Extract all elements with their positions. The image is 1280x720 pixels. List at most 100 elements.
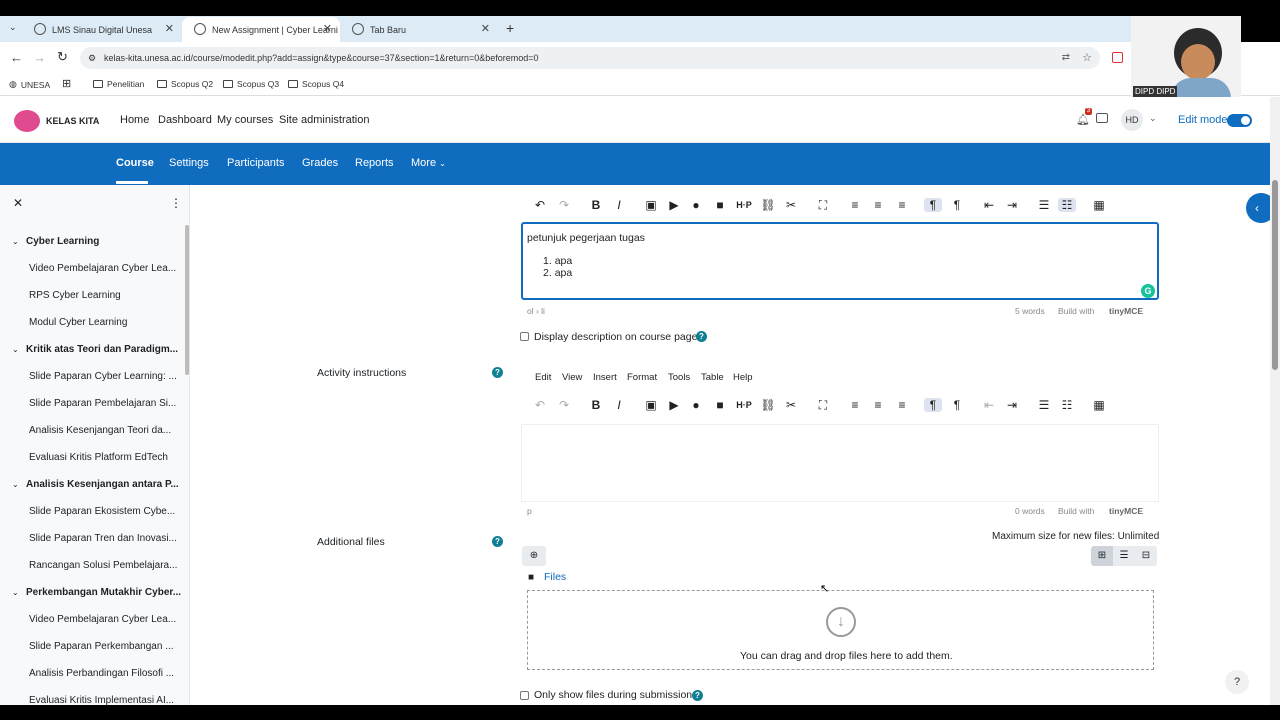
redo-icon[interactable]: ↷ bbox=[555, 398, 573, 412]
media-icon[interactable]: ▶ bbox=[665, 398, 683, 412]
nav-my-courses[interactable]: My courses bbox=[217, 114, 273, 126]
align-center-icon[interactable]: ≡ bbox=[869, 198, 887, 212]
indent-icon[interactable]: ⇥ bbox=[1003, 398, 1021, 412]
fullscreen-icon[interactable]: ⛶ bbox=[814, 398, 832, 413]
link-icon[interactable]: ⛓ bbox=[759, 198, 777, 212]
close-icon[interactable]: ✕ bbox=[165, 22, 174, 35]
bold-icon[interactable]: B bbox=[587, 398, 605, 412]
tab-lms[interactable]: LMS Sinau Digital Unesa ✕ bbox=[22, 17, 182, 42]
align-left-icon[interactable]: ≡ bbox=[846, 398, 864, 412]
section-title[interactable]: Kritik atas Teori dan Paradigm... bbox=[26, 344, 178, 355]
tab-participants[interactable]: Participants bbox=[227, 157, 284, 169]
bookmark-scopus-q3[interactable]: Scopus Q3 bbox=[223, 79, 279, 89]
menu-help[interactable]: Help bbox=[733, 372, 753, 383]
tab-more[interactable]: More ⌄ bbox=[411, 157, 446, 169]
chevron-down-icon[interactable]: ⌄ bbox=[1149, 113, 1157, 124]
link-icon[interactable]: ⛓ bbox=[759, 398, 777, 412]
help-footer-button[interactable]: ? bbox=[1225, 670, 1249, 694]
apps-grid-icon[interactable]: ⊞ bbox=[62, 77, 71, 90]
ltr-icon[interactable]: ¶ bbox=[924, 398, 942, 412]
undo-icon[interactable]: ↶ bbox=[531, 198, 549, 212]
list-item[interactable]: Slide Paparan Pembelajaran Si... bbox=[29, 398, 176, 409]
chevron-down-icon[interactable]: ⌄ bbox=[12, 237, 19, 246]
list-item[interactable]: Modul Cyber Learning bbox=[29, 317, 127, 328]
menu-edit[interactable]: Edit bbox=[535, 372, 551, 383]
list-item[interactable]: Rancangan Solusi Pembelajara... bbox=[29, 560, 177, 571]
tab-grades[interactable]: Grades bbox=[302, 157, 338, 169]
menu-insert[interactable]: Insert bbox=[593, 372, 617, 383]
align-right-icon[interactable]: ≡ bbox=[893, 398, 911, 412]
help-icon[interactable]: ? bbox=[492, 536, 503, 547]
add-file-button[interactable]: ⊕ bbox=[522, 546, 546, 566]
align-center-icon[interactable]: ≡ bbox=[869, 398, 887, 412]
tab-settings[interactable]: Settings bbox=[169, 157, 209, 169]
chevron-down-icon[interactable]: ⌄ bbox=[12, 345, 19, 354]
tab-list-chevron-icon[interactable]: ⌄ bbox=[9, 22, 17, 33]
rtl-icon[interactable]: ¶ bbox=[948, 198, 966, 212]
outdent-icon[interactable]: ⇤ bbox=[980, 198, 998, 212]
help-icon[interactable]: ? bbox=[696, 331, 707, 342]
nav-site-administration[interactable]: Site administration bbox=[279, 114, 370, 126]
list-item[interactable]: Evaluasi Kritis Platform EdTech bbox=[29, 452, 168, 463]
numbered-list-icon[interactable]: ☷ bbox=[1058, 398, 1076, 412]
sidebar-scrollbar[interactable] bbox=[185, 225, 189, 375]
list-item[interactable]: Evaluasi Kritis Implementasi AI... bbox=[29, 695, 174, 705]
tab-reports[interactable]: Reports bbox=[355, 157, 394, 169]
bullet-list-icon[interactable]: ☰ bbox=[1035, 198, 1053, 212]
menu-format[interactable]: Format bbox=[627, 372, 657, 383]
rtl-icon[interactable]: ¶ bbox=[948, 398, 966, 412]
list-item[interactable]: Slide Paparan Ekosistem Cybe... bbox=[29, 506, 175, 517]
list-item[interactable]: Slide Paparan Cyber Learning: ... bbox=[29, 371, 177, 382]
file-dropzone[interactable]: ↓ You can drag and drop files here to ad… bbox=[527, 590, 1154, 670]
logo-icon[interactable] bbox=[14, 110, 40, 132]
list-item[interactable]: Slide Paparan Tren dan Inovasi... bbox=[29, 533, 177, 544]
list-item[interactable]: Slide Paparan Perkembangan ... bbox=[29, 641, 174, 652]
help-icon[interactable]: ? bbox=[692, 690, 703, 701]
messages-icon[interactable] bbox=[1096, 113, 1108, 123]
unlink-icon[interactable]: ✂ bbox=[782, 198, 800, 212]
extension-icon[interactable] bbox=[1112, 52, 1123, 63]
h5p-icon[interactable]: H·P bbox=[735, 200, 753, 210]
italic-icon[interactable]: I bbox=[610, 198, 628, 212]
tab-new-assignment[interactable]: New Assignment | Cyber Learni ✕ bbox=[182, 17, 340, 42]
tab-baru[interactable]: Tab Baru ✕ bbox=[340, 17, 498, 42]
menu-table[interactable]: Table bbox=[701, 372, 724, 383]
bookmark-scopus-q4[interactable]: Scopus Q4 bbox=[288, 79, 344, 89]
image-icon[interactable]: ▣ bbox=[642, 198, 660, 212]
undo-icon[interactable]: ↶ bbox=[531, 398, 549, 412]
help-icon[interactable]: ? bbox=[492, 367, 503, 378]
activity-instructions-editor[interactable] bbox=[521, 424, 1159, 502]
outdent-icon[interactable]: ⇤ bbox=[980, 398, 998, 412]
close-icon[interactable]: ✕ bbox=[323, 22, 332, 35]
list-item[interactable]: Analisis Kesenjangan Teori da... bbox=[29, 425, 171, 436]
view-list-button[interactable]: ☰ bbox=[1113, 546, 1135, 566]
tab-course[interactable]: Course bbox=[116, 157, 154, 169]
view-icons-button[interactable]: ⊞ bbox=[1091, 546, 1113, 566]
section-title[interactable]: Perkembangan Mutakhir Cyber... bbox=[26, 587, 181, 598]
redo-icon[interactable]: ↷ bbox=[555, 198, 573, 212]
list-item[interactable]: Analisis Perbandingan Filosofi ... bbox=[29, 668, 174, 679]
grammarly-icon[interactable]: G bbox=[1141, 284, 1155, 298]
image-icon[interactable]: ▣ bbox=[642, 398, 660, 412]
view-tree-button[interactable]: ⊟ bbox=[1135, 546, 1157, 566]
new-tab-icon[interactable]: + bbox=[506, 20, 514, 36]
italic-icon[interactable]: I bbox=[610, 398, 628, 412]
address-bar[interactable]: ⚙ kelas-kita.unesa.ac.id/course/modedit.… bbox=[80, 47, 1100, 69]
back-icon[interactable]: ← bbox=[10, 50, 23, 65]
unlink-icon[interactable]: ✂ bbox=[782, 398, 800, 412]
bookmark-penelitian[interactable]: Penelitian bbox=[93, 79, 144, 89]
close-icon[interactable]: ✕ bbox=[481, 22, 490, 35]
bold-icon[interactable]: B bbox=[587, 198, 605, 212]
menu-tools[interactable]: Tools bbox=[668, 372, 690, 383]
video-icon[interactable]: ■ bbox=[711, 198, 729, 212]
close-drawer-icon[interactable]: ✕ bbox=[13, 196, 23, 210]
list-item[interactable]: RPS Cyber Learning bbox=[29, 290, 121, 301]
more-options-icon[interactable]: ⋮ bbox=[170, 196, 182, 210]
page-scrollbar-thumb[interactable] bbox=[1272, 180, 1278, 370]
tinymce-logo[interactable]: tinyMCE bbox=[1109, 306, 1143, 316]
ltr-icon[interactable]: ¶ bbox=[924, 198, 942, 212]
tinymce-logo[interactable]: tinyMCE bbox=[1109, 506, 1143, 516]
reload-icon[interactable]: ↻ bbox=[57, 49, 68, 65]
bookmark-unesa[interactable]: ◍ UNESA bbox=[9, 79, 50, 90]
display-description-checkbox[interactable] bbox=[520, 332, 529, 341]
